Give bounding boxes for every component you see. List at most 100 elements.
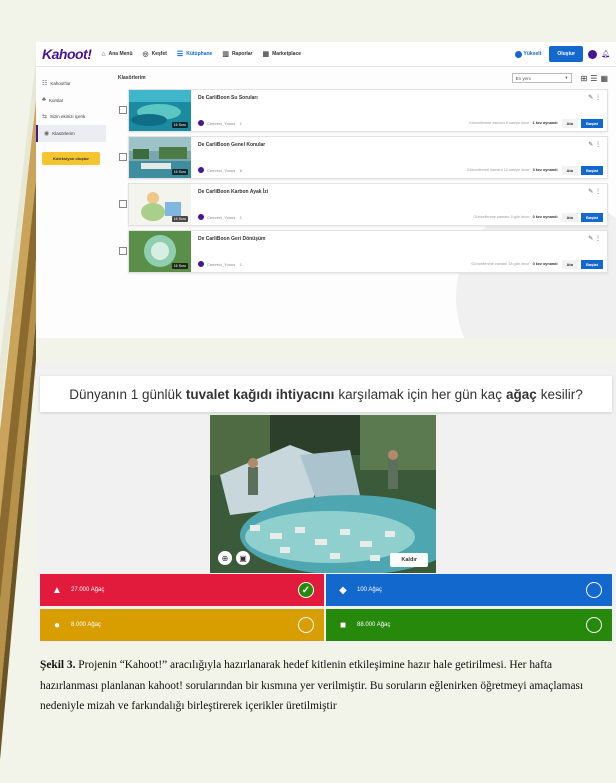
toilet-paper-photo (210, 415, 436, 573)
avatar[interactable] (588, 49, 598, 59)
card-checkbox[interactable] (119, 106, 127, 114)
answer-text: 27.000 Ağaç (71, 587, 105, 593)
card-title[interactable]: De CarliBoon Su Soruları (198, 95, 258, 101)
create-button[interactable]: Oluştur (549, 46, 584, 62)
answer-option-green[interactable]: ■ 88.000 Ağaç (326, 609, 612, 641)
start-button[interactable]: Başlat (580, 118, 603, 128)
plays-text: 1 kez oynandı (532, 121, 558, 125)
assign-button[interactable]: Ata (561, 212, 578, 222)
correct-toggle-circle[interactable] (586, 582, 602, 598)
sort-value: En yeni (515, 75, 531, 81)
answer-option-blue[interactable]: ◆ 100 Ağaç (326, 574, 612, 606)
updated-text: Güncellenme zamanı 12 saniye önce (466, 168, 530, 172)
question-image: ⊕ ▣ Kaldır (210, 415, 436, 573)
list-view-icon[interactable]: ☰ (590, 74, 597, 83)
answer-option-yellow[interactable]: ● 8.000 Ağaç (40, 609, 324, 641)
card-checkbox[interactable] (119, 200, 127, 208)
plays-text: 0 kez oynandı (532, 215, 558, 219)
question-text-bold: ağaç (505, 386, 537, 402)
zoom-icon[interactable]: ⊕ (218, 551, 232, 565)
plays-text: 0 kez oynandı (532, 262, 558, 266)
triangle-icon: ▲ (52, 584, 62, 596)
assign-button[interactable]: Ata (561, 118, 578, 128)
new-collection-button[interactable]: Koleksiyon oluştur (42, 152, 100, 165)
card-checkbox[interactable] (119, 153, 127, 161)
kahoot-logo[interactable]: Kahoot! (42, 46, 92, 62)
updated-text: Güncellenme zamanı 5 saniye önce (468, 121, 530, 125)
card-meta: Güncellenme zamanı 5 saniye önce · 1 kez… (468, 121, 558, 125)
question-text-bold: tuvalet kağıdı ihtiyacını (185, 386, 335, 402)
question-text-part: karşılamak için her gün kaç (338, 386, 502, 402)
owner-count: 1 (239, 120, 242, 126)
edit-icon[interactable]: ✎ ⋮ (588, 94, 601, 101)
card-title[interactable]: De CarliBoon Karbon Ayak İzi (198, 189, 268, 195)
folder-icon: ◉ (44, 131, 50, 137)
sidebar-item-folders[interactable]: ◉ Klasörlerim (36, 125, 106, 142)
edit-icon[interactable]: ✎ ⋮ (588, 235, 601, 242)
card-checkbox[interactable] (119, 247, 127, 255)
square-icon: ■ (339, 619, 347, 631)
marketplace-icon: ▦ (262, 51, 270, 58)
card-title[interactable]: De CarliBoon Genel Konular (198, 142, 265, 148)
start-button[interactable]: Başlat (580, 165, 603, 175)
updated-text: Güncellenme zamanı 18 gün önce (471, 262, 530, 266)
sidebar-item-label: Kahoot'lar (50, 81, 71, 86)
bell-icon[interactable]: 🔔︎ (601, 50, 610, 58)
diamond-icon: ◆ (339, 584, 347, 596)
reports-icon: ▥ (222, 51, 229, 58)
card-thumbnail: 16 Soru (129, 231, 191, 272)
question-count-badge: 16 Soru (171, 122, 188, 128)
sidebar-item-courses[interactable]: ♣ Kurslar (36, 92, 106, 108)
kahoot-card[interactable]: 16 Soru De CarliBoon Karbon Ayak İzi ✎ ⋮… (119, 183, 608, 226)
card-thumbnail: 16 Soru (129, 137, 191, 178)
kahoot-library-screenshot: Kahoot! ⌂ Ana Menü ◎ Keşfet ☰ Kütüphane ▥ Ra… (36, 42, 616, 338)
question-count-badge: 16 Soru (171, 263, 188, 269)
question-count-badge: 16 Soru (171, 169, 188, 175)
answer-option-red[interactable]: ▲ 27.000 Ağaç ✓ (40, 574, 324, 606)
card-meta: Güncellenme zamanı 12 saniye önce · 3 ke… (466, 168, 558, 172)
edit-icon[interactable]: ✎ ⋮ (588, 188, 601, 195)
assign-button[interactable]: Ata (561, 259, 578, 269)
nav-reports[interactable]: ▥ Raporlar (222, 50, 252, 58)
image-edit-icon[interactable]: ▣ (236, 551, 250, 565)
kahoot-question-screenshot: Dünyanın 1 günlük tuvalet kağıdı ihtiyac… (36, 362, 616, 644)
top-navigation: Kahoot! ⌂ Ana Menü ◎ Keşfet ☰ Kütüphane ▥ Ra… (36, 42, 616, 67)
upgrade-link[interactable]: Yükselt (514, 50, 541, 58)
correct-toggle-circle[interactable] (586, 617, 602, 633)
card-title[interactable]: De CarliBoon Geri Dönüşüm (198, 236, 266, 242)
courses-icon: ♣ (42, 97, 46, 103)
content-header: Klasörlerim En yeni ▾ ⊞ ☰ ▦ (118, 67, 608, 89)
question-text-part: kesilir? (540, 386, 583, 402)
sidebar-item-label: Klasörlerim (52, 131, 75, 136)
owner-name: Cemreci_Yunus (207, 120, 236, 126)
grid-view-icon[interactable]: ▦ (600, 74, 608, 83)
library-icon: ☰ (176, 51, 184, 58)
question-title[interactable]: Dünyanın 1 günlük tuvalet kağıdı ihtiyac… (40, 376, 612, 412)
sort-select[interactable]: En yeni ▾ (511, 73, 572, 83)
sidebar-item-shared[interactable]: ⇆ Sizin ekinizi içerik (36, 108, 106, 125)
nav-label: Kütüphane (186, 51, 213, 57)
kahoot-card[interactable]: 16 Soru De CarliBoon Geri Dönüşüm ✎ ⋮ Ce… (119, 230, 608, 273)
correct-toggle-circle[interactable] (298, 617, 314, 633)
nav-marketplace[interactable]: ▦ Marketplace (263, 50, 302, 58)
card-meta: Güncellenme zamanı 3 gün önce · 0 kez oy… (473, 215, 558, 219)
owner-name: Cemreci_Yunus (207, 261, 236, 267)
nav-discover[interactable]: ◎ Keşfet (143, 50, 167, 58)
start-button[interactable]: Başlat (580, 212, 603, 222)
owner-count: 1 (239, 214, 242, 220)
correct-check-icon[interactable]: ✓ (298, 582, 314, 598)
edit-icon[interactable]: ✎ ⋮ (588, 141, 601, 148)
shared-icon: ⇆ (42, 114, 48, 120)
owner-count: 6 (239, 167, 242, 173)
sidebar-item-kahoots[interactable]: ☷ Kahoot'lar (36, 75, 106, 92)
kahoot-card[interactable]: 16 Soru De CarliBoon Su Soruları ✎ ⋮ Cem… (119, 89, 608, 132)
folder-add-icon[interactable]: ⊞ (581, 74, 588, 83)
kahoot-card[interactable]: 16 Soru De CarliBoon Genel Konular ✎ ⋮ C… (119, 136, 608, 179)
remove-image-button[interactable]: Kaldır (390, 553, 428, 567)
assign-button[interactable]: Ata (561, 165, 578, 175)
start-button[interactable]: Başlat (580, 259, 603, 269)
answer-text: 100 Ağaç (357, 587, 383, 593)
question-text-part: Dünyanın 1 günlük (69, 386, 182, 402)
nav-home[interactable]: ⌂ Ana Menü (101, 51, 132, 58)
nav-library[interactable]: ☰ Kütüphane (177, 50, 212, 58)
